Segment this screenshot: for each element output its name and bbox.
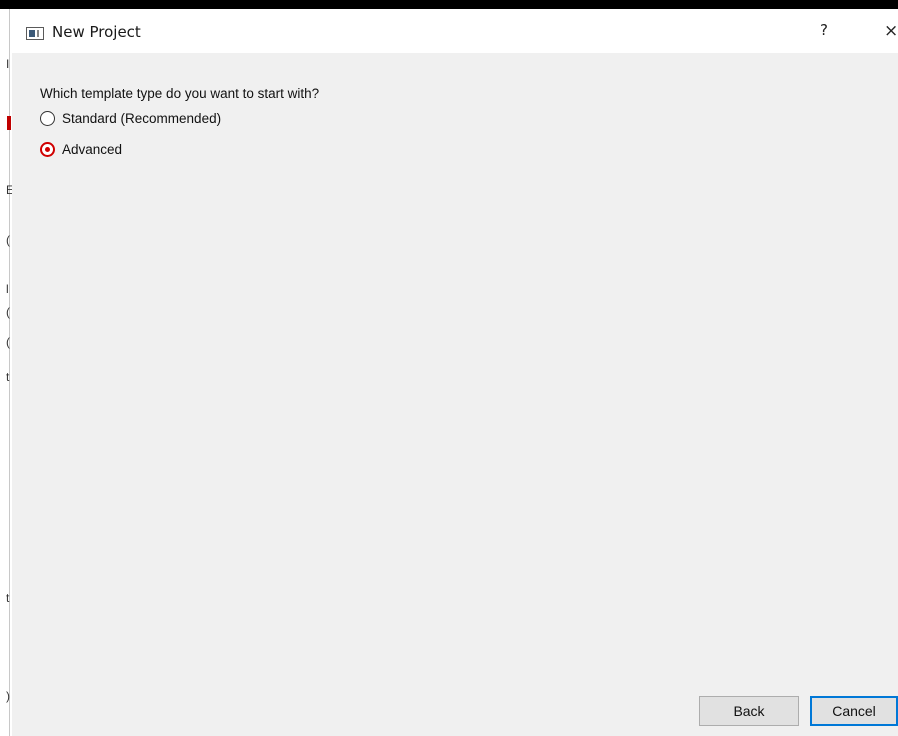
- background-text-fragment: l: [6, 282, 9, 296]
- radio-option-advanced[interactable]: Advanced: [40, 142, 122, 157]
- background-text-fragment: I: [6, 57, 10, 71]
- radio-label-advanced: Advanced: [62, 142, 123, 157]
- background-text-fragment: ): [6, 689, 10, 703]
- radio-option-standard[interactable]: Standard (Recommended): [40, 111, 221, 126]
- background-text-fragment: (: [6, 335, 10, 349]
- background-top-bar: [0, 0, 898, 9]
- help-button[interactable]: ?: [820, 21, 828, 39]
- background-red-marker: [7, 116, 11, 130]
- close-button[interactable]: ×: [884, 21, 898, 41]
- background-text-fragment: (: [6, 305, 10, 319]
- dialog-titlebar: New Project ? ×: [12, 9, 898, 53]
- radio-unchecked-icon[interactable]: [40, 111, 55, 126]
- back-button[interactable]: Back: [699, 696, 799, 726]
- background-text-fragment: t: [6, 370, 10, 384]
- template-question: Which template type do you want to start…: [40, 86, 320, 101]
- cancel-button[interactable]: Cancel: [810, 696, 898, 726]
- background-text-fragment: t: [6, 591, 10, 605]
- dialog-title: New Project: [52, 23, 141, 41]
- radio-label-standard: Standard (Recommended): [62, 111, 222, 126]
- new-project-dialog: New Project ? × Which template type do y…: [12, 9, 898, 736]
- app-window-icon: [26, 27, 44, 40]
- radio-checked-icon[interactable]: [40, 142, 55, 157]
- background-text-fragment: (: [6, 233, 10, 247]
